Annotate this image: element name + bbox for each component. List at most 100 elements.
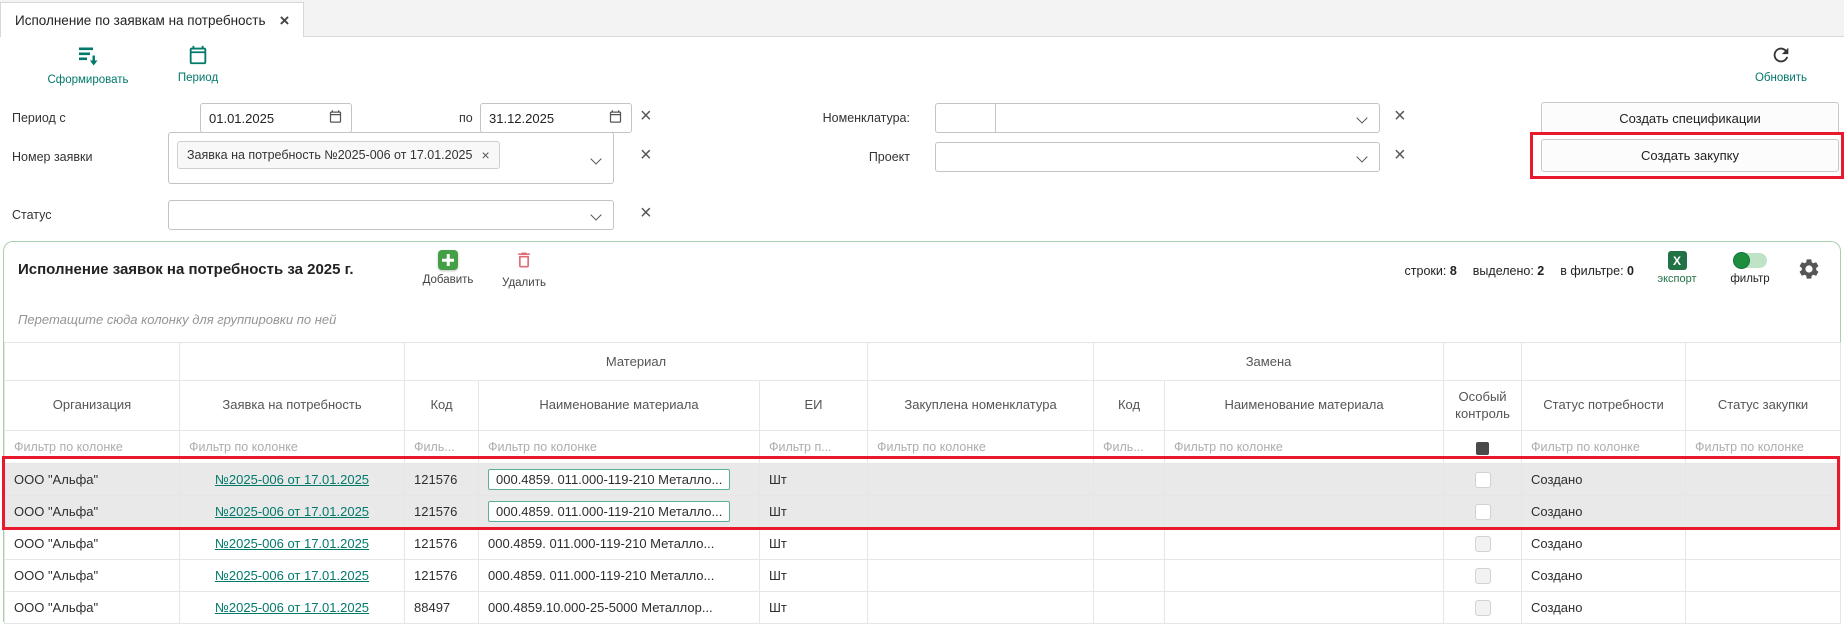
material-cell: 000.4859. 011.000-119-210 Металло... [479, 560, 760, 592]
chevron-down-icon[interactable] [590, 153, 601, 164]
gear-icon [1797, 257, 1821, 281]
tab-bar: Исполнение по заявкам на потребность × [0, 0, 1844, 37]
row-checkbox[interactable] [1475, 504, 1491, 520]
code2-cell [1094, 528, 1165, 560]
period-from-value[interactable] [209, 111, 322, 126]
request-link[interactable]: №2025-006 от 17.01.2025 [215, 600, 369, 615]
rows-count-label: строки: [1405, 264, 1447, 278]
filter-code-input[interactable] [405, 431, 478, 463]
calendar-icon [187, 44, 209, 69]
filtered-count-value: 0 [1627, 264, 1634, 278]
filter-purchased-input[interactable] [868, 431, 1093, 463]
row-checkbox[interactable] [1475, 536, 1491, 552]
col-code2[interactable]: Код [1094, 381, 1165, 431]
request-link[interactable]: №2025-006 от 17.01.2025 [215, 472, 369, 487]
status-purchase-cell [1686, 560, 1841, 592]
period-from-input[interactable] [200, 103, 352, 133]
refresh-button[interactable]: Обновить [1741, 44, 1821, 84]
tab-close-icon[interactable]: × [280, 12, 290, 29]
nomenclature-label: Номенклатура: [770, 111, 910, 125]
create-specifications-button[interactable]: Создать спецификации [1541, 102, 1839, 135]
clear-period-icon[interactable]: × [640, 106, 652, 126]
filter-material-input[interactable] [479, 431, 759, 463]
col-unit[interactable]: ЕИ [760, 381, 868, 431]
selected-request-chip-text: Заявка на потребность №2025-006 от 17.01… [187, 148, 472, 162]
tab-execution-requests[interactable]: Исполнение по заявкам на потребность × [0, 2, 304, 37]
nomenclature-code-field[interactable] [942, 111, 989, 126]
request-link[interactable]: №2025-006 от 17.01.2025 [215, 568, 369, 583]
add-row-button[interactable]: Добавить [416, 250, 480, 286]
row-checkbox[interactable] [1475, 568, 1491, 584]
table-row[interactable]: ООО "Альфа" №2025-006 от 17.01.2025 1215… [5, 560, 1841, 592]
purchased-cell [868, 464, 1094, 496]
status-label: Статус [12, 208, 52, 222]
table-row[interactable]: ООО "Альфа" №2025-006 от 17.01.2025 1215… [5, 496, 1841, 528]
nomenclature-code-input[interactable] [936, 104, 996, 132]
chevron-down-icon[interactable] [590, 209, 601, 220]
request-link[interactable]: №2025-006 от 17.01.2025 [215, 504, 369, 519]
status-combobox[interactable] [168, 200, 614, 230]
request-link[interactable]: №2025-006 от 17.01.2025 [215, 536, 369, 551]
period-button[interactable]: Период [163, 44, 233, 84]
org-cell: ООО "Альфа" [5, 560, 180, 592]
table-row[interactable]: ООО "Альфа" №2025-006 от 17.01.2025 8849… [5, 592, 1841, 624]
chip-remove-icon[interactable]: × [481, 147, 489, 163]
refresh-button-label: Обновить [1755, 72, 1807, 84]
table-row[interactable]: ООО "Альфа" №2025-006 от 17.01.2025 1215… [5, 528, 1841, 560]
row-checkbox[interactable] [1475, 600, 1491, 616]
filter-org-input[interactable] [5, 431, 179, 463]
delete-row-button[interactable]: Удалить [492, 250, 556, 289]
col-status-purchase[interactable]: Статус закупки [1686, 381, 1841, 431]
filter-unit-input[interactable] [760, 431, 867, 463]
period-button-label: Период [178, 72, 218, 84]
settings-button[interactable] [1797, 257, 1821, 281]
export-excel-button[interactable]: X экспорт [1649, 251, 1705, 285]
col-material-name2[interactable]: Наименование материала [1165, 381, 1444, 431]
filter-code2-input[interactable] [1094, 431, 1164, 463]
filter-status-need-input[interactable] [1522, 431, 1685, 463]
filter-toggle[interactable]: фильтр [1718, 253, 1782, 285]
unit-cell: Шт [760, 464, 868, 496]
special-control-filter-checkbox[interactable] [1476, 442, 1489, 455]
nomenclature-combobox[interactable] [935, 103, 1380, 133]
filter-status-purchase-input[interactable] [1686, 431, 1840, 463]
calendar-picker-icon[interactable] [328, 109, 343, 127]
clear-project-icon[interactable]: × [1394, 145, 1406, 165]
col-special-control[interactable]: Особый контроль [1444, 381, 1522, 431]
chevron-down-icon[interactable] [1356, 112, 1367, 123]
selected-request-chip[interactable]: Заявка на потребность №2025-006 от 17.01… [177, 141, 500, 169]
export-label: экспорт [1657, 273, 1696, 285]
org-cell: ООО "Альфа" [5, 592, 180, 624]
toggle-on-icon[interactable] [1733, 253, 1767, 268]
status-purchase-cell [1686, 464, 1841, 496]
col-status-need[interactable]: Статус потребности [1522, 381, 1686, 431]
calendar-picker-icon[interactable] [608, 109, 623, 127]
period-to-value[interactable] [489, 111, 602, 126]
request-number-multiselect[interactable]: Заявка на потребность №2025-006 от 17.01… [168, 132, 614, 184]
table-row[interactable]: ООО "Альфа" №2025-006 от 17.01.2025 1215… [5, 464, 1841, 496]
clear-nomenclature-icon[interactable]: × [1394, 106, 1406, 126]
filter-request-input[interactable] [180, 431, 404, 463]
row-checkbox[interactable] [1475, 472, 1491, 488]
delete-button-label: Удалить [502, 277, 546, 289]
filter-material2-input[interactable] [1165, 431, 1443, 463]
chevron-down-icon[interactable] [1356, 151, 1367, 162]
col-code[interactable]: Код [405, 381, 479, 431]
create-purchase-button[interactable]: Создать закупку [1541, 139, 1839, 172]
project-combobox[interactable] [935, 142, 1380, 172]
material-cell: 000.4859. 011.000-119-210 Металло... [479, 464, 760, 496]
generate-button[interactable]: Сформировать [40, 44, 136, 86]
org-cell: ООО "Альфа" [5, 464, 180, 496]
col-org[interactable]: Организация [5, 381, 180, 431]
code2-cell [1094, 592, 1165, 624]
status-purchase-cell [1686, 528, 1841, 560]
material-cell: 000.4859. 011.000-119-210 Металло... [479, 528, 760, 560]
clear-status-icon[interactable]: × [640, 203, 652, 223]
col-purchased[interactable]: Закуплена номенклатура [868, 381, 1094, 431]
code-cell: 121576 [405, 496, 479, 528]
clear-request-icon[interactable]: × [640, 145, 652, 165]
material2-cell [1165, 560, 1444, 592]
period-to-input[interactable] [480, 103, 632, 133]
col-material-name[interactable]: Наименование материала [479, 381, 760, 431]
col-request[interactable]: Заявка на потребность [180, 381, 405, 431]
